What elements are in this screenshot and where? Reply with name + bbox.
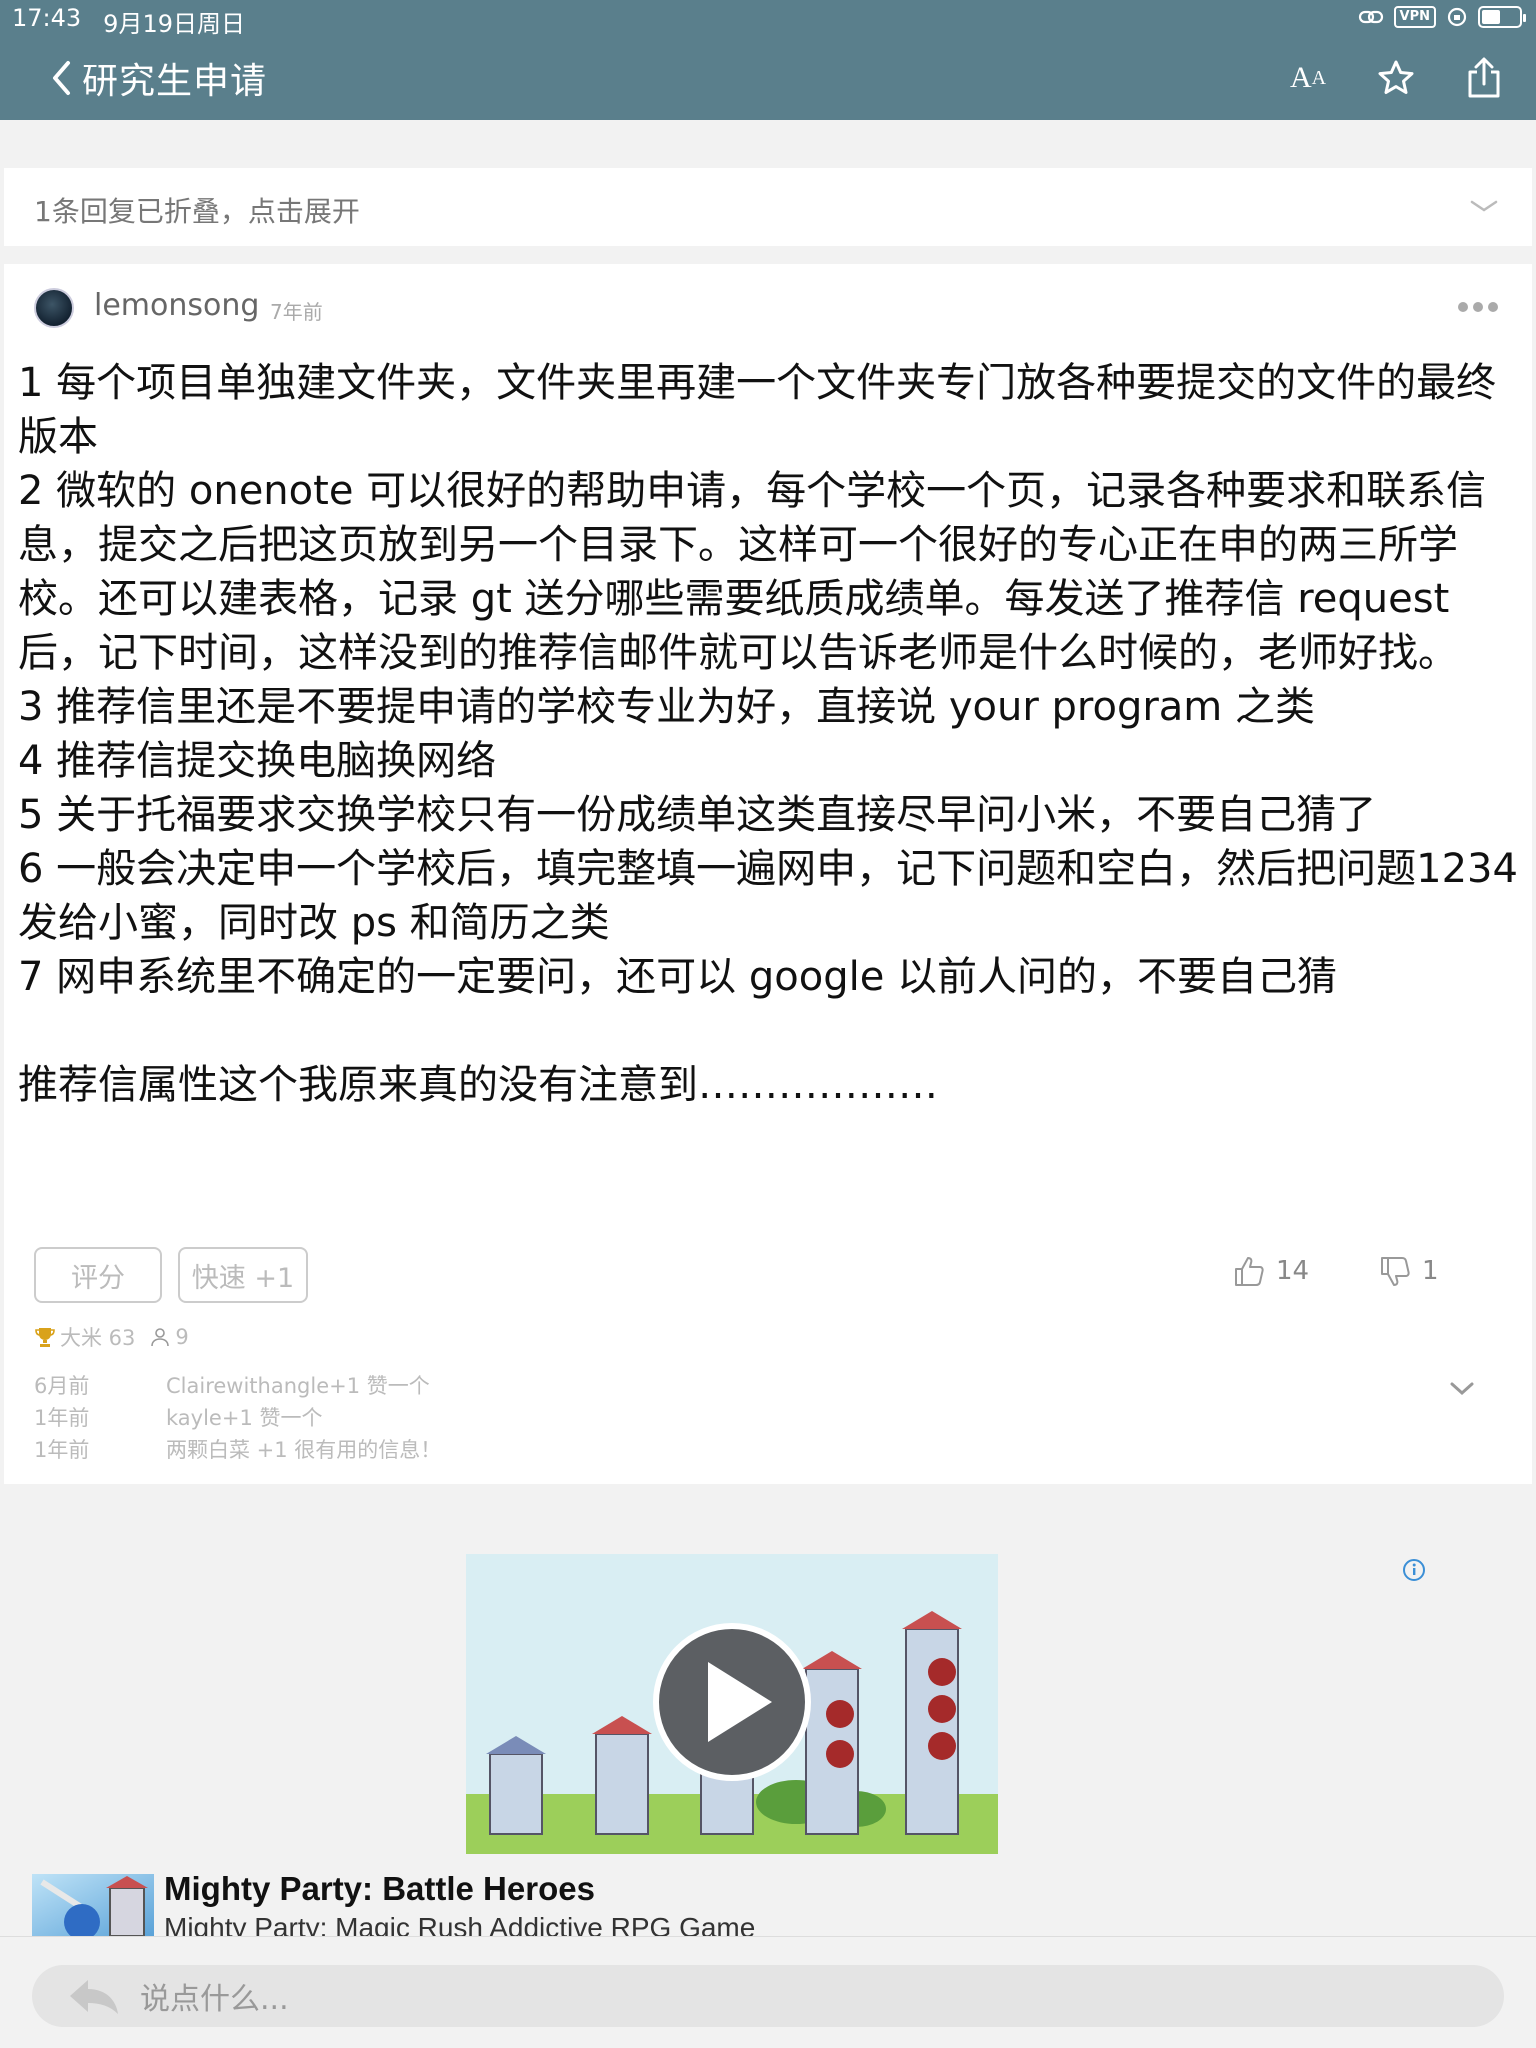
nav-actions: AA <box>1286 56 1506 100</box>
favorite-button[interactable] <box>1374 56 1418 100</box>
share-icon <box>1468 57 1500 98</box>
text-size-button[interactable]: AA <box>1286 56 1330 100</box>
chevron-left-icon <box>53 61 70 95</box>
star-icon <box>1378 60 1414 94</box>
ad-video[interactable] <box>466 1554 998 1854</box>
thumbs-down-icon <box>1381 1257 1410 1286</box>
comment-placeholder: 说点什么... <box>140 1982 289 2017</box>
status-time: 17:43 <box>12 4 82 32</box>
thumbs-up-icon <box>1235 1257 1264 1286</box>
rating-time: 6月前 <box>34 1374 90 1398</box>
rice-label: 大米 63 <box>60 1326 136 1350</box>
text-size-label: A <box>1289 61 1312 94</box>
rating-text: 两颗白菜 +1 很有用的信息！ <box>166 1438 442 1462</box>
trophy-icon <box>35 1328 55 1347</box>
rate-button[interactable]: 评分 <box>34 1247 162 1303</box>
reply-arrow-icon <box>70 1980 118 2014</box>
rating-time: 1年前 <box>34 1438 90 1462</box>
rating-log-row: 1年前 两颗白菜 +1 很有用的信息！ <box>34 1434 441 1466</box>
comment-bar: 说点什么... <box>0 1936 1536 2048</box>
dot-icon <box>1473 302 1483 312</box>
avatar[interactable] <box>34 288 74 328</box>
ad-title[interactable]: Mighty Party: Battle Heroes <box>164 1870 595 1908</box>
status-date: 9月19日周日 <box>103 10 245 38</box>
rating-log-row: 6月前 Clairewithangle+1 赞一个 <box>34 1370 441 1402</box>
expand-ratings-chevron-icon[interactable] <box>1446 1372 1478 1404</box>
page-title: 研究生申请 <box>82 61 268 102</box>
vpn-badge: VPN <box>1393 6 1436 28</box>
dislike-button[interactable]: 1 <box>1378 1254 1439 1288</box>
navigation-bar: 17:43 9月19日周日 VPN 研究生申请 AA <box>0 0 1536 120</box>
share-button[interactable] <box>1462 56 1506 100</box>
rating-time: 1年前 <box>34 1406 90 1430</box>
raters-value: 9 <box>175 1325 189 1349</box>
rating-log: 6月前 Clairewithangle+1 赞一个 1年前 kayle+1 赞一个 … <box>34 1370 441 1466</box>
rating-log-row: 1年前 kayle+1 赞一个 <box>34 1402 441 1434</box>
like-count: 14 <box>1276 1256 1310 1286</box>
like-button[interactable]: 14 <box>1232 1254 1309 1288</box>
rater-count: 9 <box>149 1325 189 1349</box>
dot-icon <box>1458 302 1468 312</box>
status-icons: VPN <box>1358 6 1526 28</box>
rating-summary: 大米 63 9 <box>34 1322 189 1352</box>
post-time: 7年前 <box>270 300 323 324</box>
battery-icon <box>1478 6 1526 28</box>
status-bar: 17:43 9月19日周日 <box>12 4 245 39</box>
folded-reply-bar[interactable]: 1条回复已折叠，点击展开 <box>4 168 1532 246</box>
rice-total: 大米 63 <box>34 1322 135 1352</box>
ad-video-artwork <box>466 1554 998 1854</box>
folded-reply-text: 1条回复已折叠，点击展开 <box>34 195 360 228</box>
ad-info-icon[interactable] <box>1400 1556 1428 1584</box>
rating-text: Clairewithangle+1 赞一个 <box>166 1374 430 1398</box>
author-name[interactable]: lemonsong <box>94 288 259 323</box>
post-content: 1 每个项目单独建文件夹，文件夹里再建一个文件夹专门放各种要提交的文件的最终版本… <box>18 360 1518 1108</box>
orientation-lock-icon <box>1447 7 1467 27</box>
comment-input[interactable]: 说点什么... <box>32 1965 1504 2027</box>
dot-icon <box>1488 302 1498 312</box>
reply-post: lemonsong 7年前 1 每个项目单独建文件夹，文件夹里再建一个文件夹专门… <box>4 264 1532 1484</box>
person-icon <box>151 1328 170 1347</box>
rating-text: kayle+1 赞一个 <box>166 1406 323 1430</box>
ad-app-icon[interactable] <box>32 1874 154 1936</box>
chevron-down-icon <box>1470 200 1498 212</box>
back-button[interactable]: 研究生申请 <box>48 52 267 104</box>
more-options-button[interactable] <box>1458 302 1498 312</box>
link-icon <box>1358 10 1383 24</box>
app-icon-artwork <box>32 1874 154 1936</box>
dislike-count: 1 <box>1422 1256 1439 1286</box>
text-size-label-small: A <box>1311 66 1327 89</box>
ad-subtitle: Mighty Party: Magic Rush Addictive RPG G… <box>164 1912 756 1936</box>
quick-plus-one-button[interactable]: 快速 +1 <box>178 1247 308 1303</box>
